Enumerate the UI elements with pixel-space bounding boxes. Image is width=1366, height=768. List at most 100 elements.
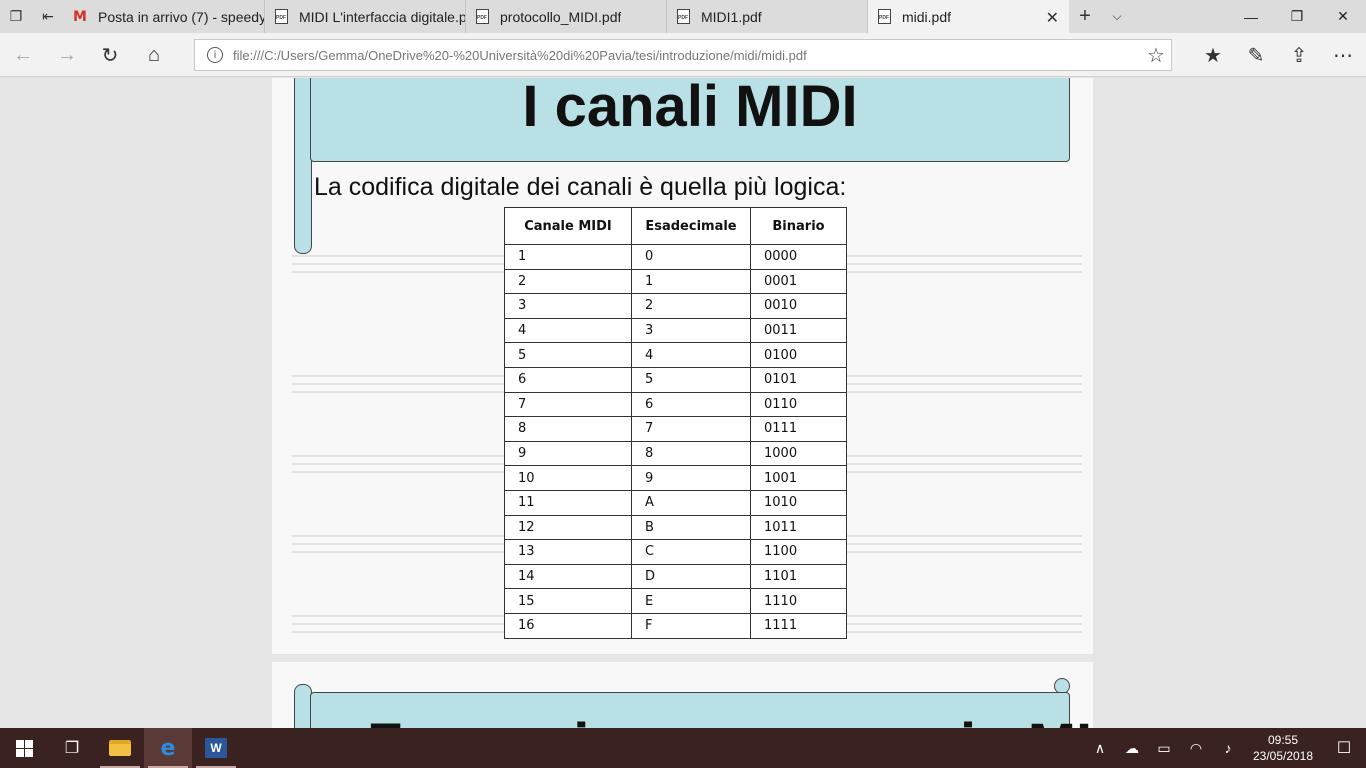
chevron-down-icon[interactable]: ⌵ xyxy=(1101,0,1133,33)
table-row: 1 0 0000 xyxy=(504,244,847,270)
volume-icon[interactable]: ♪ xyxy=(1212,740,1244,756)
home-icon[interactable]: ⌂ xyxy=(139,40,169,70)
table-row: 14 D 1101 xyxy=(504,563,847,590)
title-banner: I canali MIDI xyxy=(310,78,1070,162)
column-header: Canale MIDI xyxy=(504,207,632,245)
table-cell: 1 xyxy=(631,268,751,295)
table-cell: 9 xyxy=(631,465,751,491)
table-cell: 4 xyxy=(631,342,751,368)
table-cell: 4 xyxy=(504,317,632,344)
start-button[interactable] xyxy=(0,728,48,768)
midi-channel-table: Canale MIDI Esadecimale Binario 1 0 0000 2 1… xyxy=(504,207,847,639)
tab-label: protocollo_MIDI.pdf xyxy=(500,8,622,25)
slide-title: I canali MIDI xyxy=(522,78,858,139)
tab-gmail[interactable]: M Posta in arrivo (7) - speedyg xyxy=(64,0,265,33)
tab-midi-interfaccia[interactable]: PDF MIDI L'interfaccia digitale.pdf xyxy=(265,0,466,33)
table-cell: 0 xyxy=(631,244,751,270)
system-tray: ∧ ☁ ▭ ◠ ♪ 09:55 23/05/2018 ☐ xyxy=(1084,728,1366,768)
table-cell: 9 xyxy=(504,440,632,467)
table-row: 13 C 1100 xyxy=(504,539,847,565)
close-window-icon[interactable]: ✕ xyxy=(1320,0,1366,33)
table-cell: A xyxy=(631,489,751,516)
column-header: Binario xyxy=(750,207,847,245)
tab-label: MIDI1.pdf xyxy=(701,8,762,25)
share-icon[interactable]: ⇪ xyxy=(1284,40,1314,70)
pdf-icon: PDF xyxy=(876,9,892,25)
task-view-icon[interactable]: ❐ xyxy=(48,728,96,768)
table-row: 12 B 1011 xyxy=(504,514,847,541)
table-cell: 13 xyxy=(504,539,632,565)
table-cell: 7 xyxy=(631,416,751,442)
gmail-icon: M xyxy=(73,8,87,25)
table-cell: 16 xyxy=(504,612,632,639)
forward-arrow-icon[interactable]: → xyxy=(52,40,82,70)
table-cell: 0011 xyxy=(750,317,847,344)
table-cell: 1111 xyxy=(750,612,847,639)
table-cell: 0001 xyxy=(750,268,847,295)
table-cell: 5 xyxy=(631,366,751,393)
onedrive-icon[interactable]: ☁ xyxy=(1116,740,1148,757)
tab-midi1[interactable]: PDF MIDI1.pdf xyxy=(667,0,868,33)
table-cell: 0110 xyxy=(750,391,847,418)
table-cell: 0000 xyxy=(750,244,847,270)
file-explorer-button[interactable] xyxy=(96,728,144,768)
table-cell: 8 xyxy=(504,416,632,442)
table-cell: 0100 xyxy=(750,342,847,368)
battery-icon[interactable]: ▭ xyxy=(1148,740,1180,757)
new-tab-icon[interactable]: + xyxy=(1069,0,1101,33)
taskbar: ❐ e W ∧ ☁ ▭ ◠ ♪ 09:55 23/05/2018 ☐ xyxy=(0,728,1366,768)
tab-midi-active[interactable]: PDF midi.pdf ✕ xyxy=(868,0,1069,33)
clock[interactable]: 09:55 23/05/2018 xyxy=(1244,732,1322,764)
column-header: Esadecimale xyxy=(631,207,751,245)
url-text[interactable]: file:///C:/Users/Gemma/OneDrive%20-%20Un… xyxy=(233,48,1141,63)
tab-protocollo-midi[interactable]: PDF protocollo_MIDI.pdf xyxy=(466,0,667,33)
word-button[interactable]: W xyxy=(192,728,240,768)
wifi-icon[interactable]: ◠ xyxy=(1180,740,1212,757)
back-arrow-icon[interactable]: ← xyxy=(8,40,38,70)
pdf-icon: PDF xyxy=(474,9,490,25)
table-row: 5 4 0100 xyxy=(504,342,847,368)
more-menu-icon[interactable]: ⋯ xyxy=(1328,40,1358,70)
pdf-viewer[interactable]: I canali MIDI La codifica digitale dei c… xyxy=(0,78,1366,728)
table-cell: B xyxy=(631,514,751,541)
table-cell: C xyxy=(631,539,751,565)
refresh-icon[interactable]: ↻ xyxy=(95,40,125,70)
table-cell: 1101 xyxy=(750,563,847,590)
favorites-hub-icon[interactable]: ★ xyxy=(1198,40,1228,70)
table-cell: F xyxy=(631,612,751,639)
restore-icon[interactable]: ❐ xyxy=(1274,0,1320,33)
table-cell: 2 xyxy=(631,293,751,319)
pen-note-icon[interactable]: ✎ xyxy=(1241,40,1271,70)
window-controls: — ❐ ✕ xyxy=(1228,0,1366,33)
edge-button[interactable]: e xyxy=(144,728,192,768)
table-cell: 3 xyxy=(504,293,632,319)
navigation-bar: ← → ↻ ⌂ i file:///C:/Users/Gemma/OneDriv… xyxy=(0,33,1366,77)
table-cell: E xyxy=(631,588,751,614)
table-row: 16 F 1111 xyxy=(504,612,847,639)
table-row: 8 7 0111 xyxy=(504,416,847,442)
edge-icon: e xyxy=(160,735,176,761)
table-cell: 0111 xyxy=(750,416,847,442)
table-cell: 1 xyxy=(504,244,632,270)
table-cell: 3 xyxy=(631,317,751,344)
table-row: 7 6 0110 xyxy=(504,391,847,418)
table-cell: 12 xyxy=(504,514,632,541)
table-cell: 7 xyxy=(504,391,632,418)
close-tab-icon[interactable]: ✕ xyxy=(1046,8,1059,28)
address-bar[interactable]: i file:///C:/Users/Gemma/OneDrive%20-%20… xyxy=(194,39,1172,71)
windows-logo-icon xyxy=(15,739,33,757)
tab-label: MIDI L'interfaccia digitale.pdf xyxy=(299,8,465,25)
table-cell: 10 xyxy=(504,465,632,491)
minimize-icon[interactable]: — xyxy=(1228,0,1274,33)
tab-manager-icon[interactable]: ❐ xyxy=(0,0,32,33)
set-aside-tabs-icon[interactable]: ⇤ xyxy=(32,0,64,33)
table-row: 10 9 1001 xyxy=(504,465,847,491)
show-hidden-icons-chevron-icon[interactable]: ∧ xyxy=(1084,740,1116,757)
table-cell: 1010 xyxy=(750,489,847,516)
folder-icon xyxy=(109,740,131,756)
info-icon[interactable]: i xyxy=(207,47,223,63)
favorite-star-icon[interactable]: ☆ xyxy=(1141,43,1171,68)
action-center-icon[interactable]: ☐ xyxy=(1322,738,1366,758)
pdf-page: I canali MIDI La codifica digitale dei c… xyxy=(272,78,1093,654)
title-banner: Formazione messaggio MIDI xyxy=(310,692,1093,728)
